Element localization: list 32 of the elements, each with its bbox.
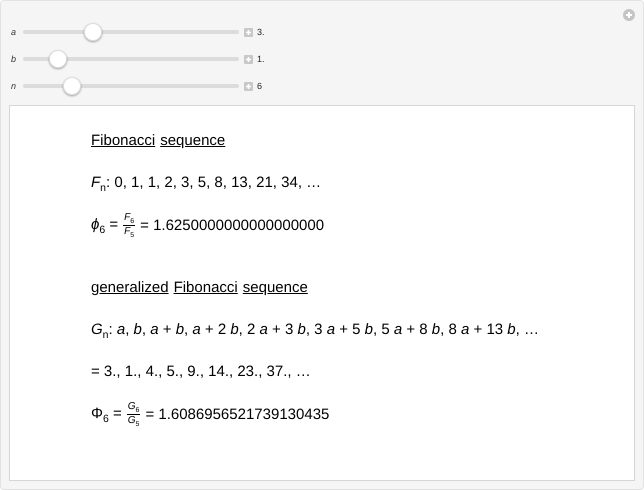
fraction-numerator: G$_{6}$ bbox=[126, 401, 140, 415]
slider-thumb[interactable] bbox=[48, 50, 67, 68]
slider[interactable] bbox=[23, 23, 239, 41]
heading-link[interactable]: sequence bbox=[242, 279, 308, 299]
slider[interactable] bbox=[23, 77, 239, 95]
slider-thumb[interactable] bbox=[62, 77, 81, 95]
heading-link[interactable]: generalized bbox=[91, 279, 169, 299]
slider-value: 1. bbox=[257, 54, 265, 64]
slider-label: b bbox=[11, 54, 18, 64]
fraction-denominator: F$_{5}$ bbox=[124, 226, 134, 239]
ratio-value: = 1.6250000000000000000 bbox=[140, 217, 324, 234]
sequence-text: G$_{n}$: a, b, a + b, a + 2 b, 2 a + 3 b, 3 a + 5 b, 5 a + 8 b, 8 a + 13 b, … bbox=[91, 321, 540, 341]
ratio-label: ϕ$_{6}$ = bbox=[91, 216, 118, 236]
sequence-values: = 3., 1., 4., 5., 9., 14., 23., 37., … bbox=[91, 363, 312, 382]
plus-icon[interactable] bbox=[244, 54, 253, 64]
ratio-value: = 1.6086956521739130435 bbox=[145, 406, 330, 423]
plus-icon[interactable] bbox=[244, 82, 253, 90]
heading-link[interactable]: sequence bbox=[160, 132, 226, 152]
slider-thumb[interactable] bbox=[84, 23, 102, 41]
fraction-denominator: G$_{5}$ bbox=[128, 415, 140, 428]
ratio-label: Φ$_{6}$ = bbox=[91, 404, 122, 424]
slider-value: 3. bbox=[257, 27, 265, 37]
heading-link[interactable]: Fibonacci bbox=[91, 132, 156, 152]
sequence-text: F$_{n}$: 0, 1, 1, 2, 3, 5, 8, 13, 21, 34, … bbox=[91, 174, 322, 194]
slider-value: 6 bbox=[257, 81, 262, 91]
plus-icon[interactable] bbox=[623, 9, 635, 21]
fraction-numerator: F$_{6}$ bbox=[123, 212, 136, 226]
slider[interactable] bbox=[23, 50, 239, 68]
plus-icon[interactable] bbox=[244, 28, 253, 36]
heading-link[interactable]: Fibonacci bbox=[174, 279, 238, 299]
slider-label: n bbox=[11, 81, 18, 91]
slider-label: a bbox=[11, 27, 18, 37]
